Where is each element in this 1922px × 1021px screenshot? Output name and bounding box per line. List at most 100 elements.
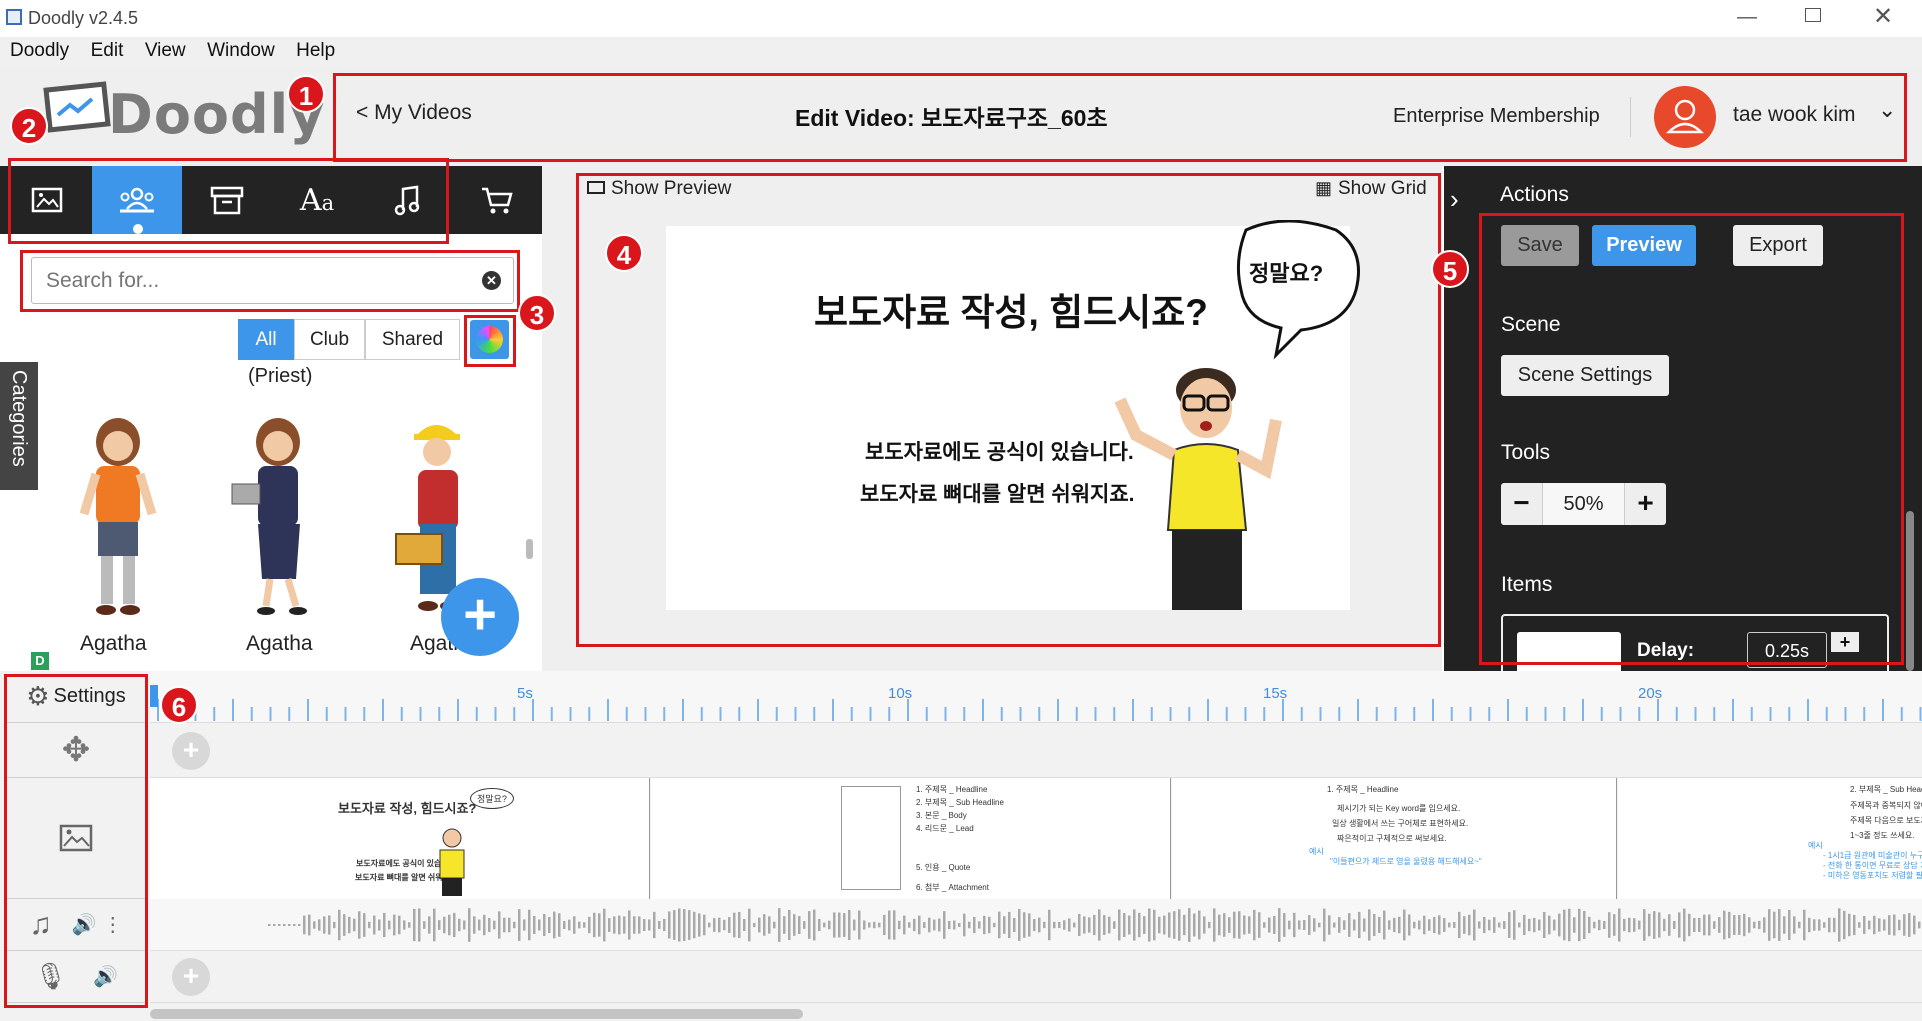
thumb-line: 4. 리드문 _ Lead	[916, 824, 974, 833]
tab-store[interactable]	[452, 166, 542, 234]
add-motion-button[interactable]: +	[172, 732, 210, 770]
scene-thumbnail[interactable]: 보도자료 작성, 힘드시죠? 정말요? 보도자료에도 공식이 있습니다. 보도자…	[150, 778, 650, 899]
library-scrollbar[interactable]	[526, 539, 533, 559]
waveform-bar	[873, 921, 876, 929]
settings-label: Settings	[53, 685, 126, 707]
waveform-bar	[673, 910, 676, 940]
menu-doodly[interactable]: Doodly	[10, 40, 69, 62]
timeline-settings-button[interactable]: ⚙ Settings	[6, 671, 146, 723]
waveform-bar	[1113, 921, 1116, 929]
active-tab-indicator	[133, 224, 143, 234]
waveform-bar	[1048, 909, 1051, 941]
more-options-icon[interactable]: ⋮	[103, 912, 123, 937]
waveform-bar	[308, 914, 311, 936]
waveform-bar	[328, 915, 331, 935]
volume-icon[interactable]: 🔊	[72, 912, 97, 937]
waveform-bar	[1263, 922, 1266, 928]
categories-tab-label: Categories	[8, 370, 30, 467]
zoom-out-button[interactable]: −	[1501, 483, 1543, 525]
tab-characters[interactable]	[92, 166, 182, 234]
waveform-bar	[1178, 909, 1181, 941]
waveform-bar	[1213, 908, 1216, 942]
menu-view[interactable]: View	[145, 40, 186, 62]
waveform-bar	[1543, 912, 1546, 938]
scene-thumbnail[interactable]: 1. 주제목 _ Headline 2. 부제목 _ Sub Headline …	[651, 778, 1171, 899]
user-avatar[interactable]	[1654, 86, 1716, 148]
waveform-bar	[928, 917, 931, 933]
clear-search-icon[interactable]: ✕	[482, 271, 501, 290]
search-input[interactable]	[32, 258, 472, 303]
thumb-line: 주제목 다음으로 보도자료 핵	[1850, 816, 1922, 825]
tab-images[interactable]	[2, 166, 92, 234]
waveform-bar	[1323, 908, 1326, 942]
filter-club-button[interactable]: Club	[294, 319, 365, 360]
character-card[interactable]: Agatha	[212, 414, 352, 664]
back-to-my-videos-link[interactable]: < My Videos	[356, 101, 472, 125]
waveform-bar	[518, 909, 521, 941]
thumb-line: 주제목과 중복되지 않아야 합니	[1850, 801, 1922, 810]
close-icon[interactable]: ✕	[1873, 2, 1893, 31]
waveform-bar	[1843, 910, 1846, 940]
filter-shared-button[interactable]: Shared	[365, 319, 460, 360]
music-note-icon: ♫	[29, 907, 52, 941]
save-button[interactable]: Save	[1501, 225, 1579, 266]
waveform-bar	[1498, 922, 1501, 928]
add-asset-button[interactable]: +	[441, 578, 519, 656]
scene-thumbnail[interactable]: 1. 주제목 _ Headline 제시기가 되는 Key word를 입으세요…	[1172, 778, 1617, 899]
music-track-label: ♫ 🔊 ⋮	[6, 899, 146, 951]
waveform-bar	[633, 916, 636, 934]
waveform-bar	[843, 913, 846, 937]
show-grid-toggle[interactable]: Show Grid	[1338, 178, 1427, 200]
restore-icon[interactable]	[1805, 8, 1821, 22]
waveform-bar	[1598, 919, 1601, 931]
scene-thumbnail[interactable]: 2. 부제목 _ Sub Headline 주제목과 중복되지 않아야 합니 주…	[1618, 778, 1922, 899]
waveform-bar	[1088, 917, 1091, 933]
menu-window[interactable]: Window	[207, 40, 275, 62]
preview-button[interactable]: Preview	[1592, 225, 1696, 266]
expand-right-panel-icon[interactable]: ›	[1450, 184, 1459, 215]
minimize-icon[interactable]: —	[1737, 6, 1757, 29]
waveform-bar	[423, 921, 426, 929]
waveform-bar	[723, 919, 726, 931]
waveform-bar	[1623, 918, 1626, 932]
menu-edit[interactable]: Edit	[91, 40, 124, 62]
waveform-bar	[968, 921, 971, 929]
monitor-icon[interactable]	[587, 181, 605, 194]
item-card[interactable]: Delay: 0.25s +	[1501, 614, 1889, 671]
filter-all-button[interactable]: All	[238, 319, 294, 360]
tab-props[interactable]	[182, 166, 272, 234]
waveform-bar	[728, 917, 731, 933]
right-panel-scrollbar[interactable]	[1906, 511, 1914, 671]
user-name[interactable]: tae wook kim	[1733, 103, 1856, 127]
export-button[interactable]: Export	[1733, 225, 1823, 266]
waveform-bar	[1403, 909, 1406, 941]
menu-help[interactable]: Help	[296, 40, 335, 62]
grid-icon[interactable]: ▦	[1315, 178, 1332, 199]
scene-canvas[interactable]: 보도자료 작성, 힘드시죠? 보도자료에도 공식이 있습니다. 보도자료 뼈대를…	[666, 220, 1360, 610]
user-menu-chevron-icon[interactable]: ⌄	[1878, 97, 1896, 123]
waveform-bar	[1458, 911, 1461, 939]
music-track[interactable]	[150, 899, 1922, 951]
categories-tab[interactable]: Categories	[0, 362, 38, 490]
scene-title: Scene	[1501, 313, 1561, 336]
volume-icon[interactable]: 🔊	[93, 964, 118, 989]
waveform-bar	[1008, 911, 1011, 939]
zoom-in-button[interactable]: +	[1624, 483, 1666, 525]
delay-input[interactable]: 0.25s	[1747, 632, 1827, 668]
timeline-horizontal-scrollbar[interactable]	[150, 1009, 803, 1019]
waveform-bar	[1773, 911, 1776, 939]
scene-settings-button[interactable]: Scene Settings	[1501, 355, 1669, 396]
tab-music[interactable]	[362, 166, 452, 234]
add-voice-button[interactable]: +	[172, 958, 210, 996]
tab-text[interactable]: Aa	[272, 166, 362, 234]
waveform-bar	[1228, 917, 1231, 933]
waveform-bar	[978, 921, 981, 929]
delay-increment-button[interactable]: +	[1831, 632, 1859, 652]
waveform-bar	[358, 911, 361, 939]
color-filter-button[interactable]	[470, 320, 509, 359]
waveform-bar	[1683, 908, 1686, 942]
show-preview-toggle[interactable]: Show Preview	[611, 178, 731, 200]
character-card[interactable]: Agatha	[48, 414, 188, 664]
playhead-marker[interactable]	[150, 685, 158, 707]
waveform-bar	[1243, 915, 1246, 935]
